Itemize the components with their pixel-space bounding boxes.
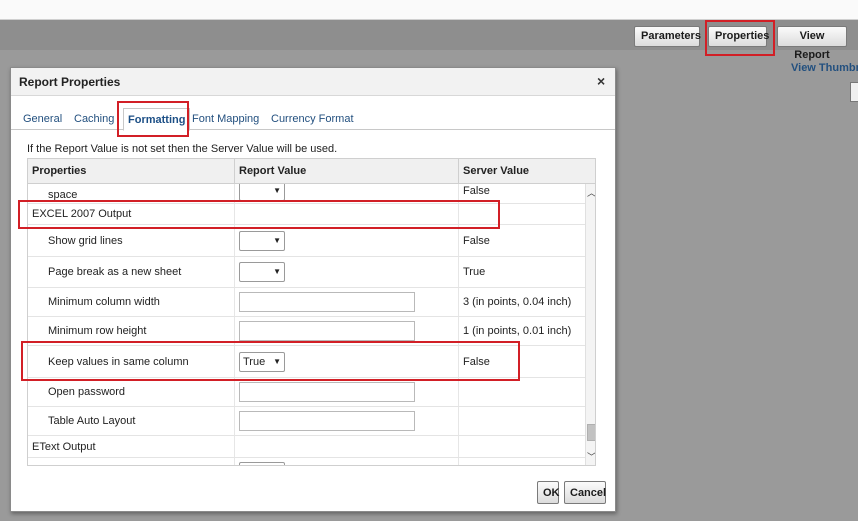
- property-label: Page break as a new sheet: [28, 257, 235, 287]
- open-password-input[interactable]: [239, 382, 415, 402]
- table-row: Minimum row height 1 (in points, 0.01 in…: [28, 317, 585, 346]
- table-row: Page break as a new sheet ▼ True: [28, 257, 585, 288]
- report-value-select[interactable]: ▼: [239, 262, 285, 282]
- minimum-row-height-input[interactable]: [239, 321, 415, 341]
- cancel-button[interactable]: Cancel: [564, 481, 606, 504]
- server-value: [459, 378, 585, 406]
- tab-font-mapping[interactable]: Font Mapping: [192, 113, 259, 125]
- server-value: 3 (in points, 0.04 inch): [463, 296, 572, 308]
- minimum-column-width-input[interactable]: [239, 292, 415, 312]
- parameters-button[interactable]: Parameters: [634, 26, 701, 47]
- report-value-select[interactable]: ▼: [239, 231, 285, 251]
- table-row: [28, 458, 585, 465]
- section-row: EXCEL 2007 Output: [28, 204, 585, 225]
- server-value-note: If the Report Value is not set then the …: [27, 143, 338, 155]
- section-label: EText Output: [28, 436, 235, 457]
- report-value-select[interactable]: [239, 462, 285, 465]
- tab-caching[interactable]: Caching: [74, 113, 114, 125]
- property-label: Open password: [28, 378, 235, 406]
- chevron-up-icon[interactable]: ︿: [587, 186, 595, 199]
- properties-button[interactable]: Properties: [708, 26, 769, 47]
- report-value-select[interactable]: ▼: [239, 184, 285, 201]
- server-value: False: [463, 234, 490, 247]
- table-auto-layout-input[interactable]: [239, 411, 415, 431]
- column-header-server-value: Server Value: [463, 165, 530, 177]
- report-value-cell: [235, 317, 459, 345]
- table-row: Table Auto Layout: [28, 407, 585, 436]
- property-label: Keep values in same column: [28, 346, 235, 377]
- dialog-title: Report Properties: [19, 75, 121, 89]
- server-value: [459, 407, 585, 435]
- properties-table: Properties Report Value Server Value spa…: [27, 158, 596, 466]
- keep-values-select[interactable]: True ▼: [239, 352, 285, 372]
- tab-formatting[interactable]: Formatting: [123, 108, 191, 131]
- report-properties-dialog: Report Properties × General Caching Form…: [10, 67, 616, 512]
- ok-button[interactable]: OK: [537, 481, 560, 504]
- table-header: Properties Report Value Server Value: [28, 159, 595, 184]
- side-collapse-button[interactable]: [850, 82, 858, 102]
- report-value-cell: True ▼: [235, 346, 459, 377]
- server-value: True: [463, 266, 486, 278]
- chevron-down-icon: ▼: [273, 357, 281, 366]
- view-report-button[interactable]: View Report: [777, 26, 847, 61]
- property-label: Table Auto Layout: [28, 407, 235, 435]
- top-strip: [0, 0, 858, 20]
- tab-general[interactable]: General: [23, 113, 62, 125]
- tab-currency-format[interactable]: Currency Format: [271, 113, 354, 125]
- report-value-cell: [235, 288, 459, 316]
- property-label: Minimum column width: [28, 288, 235, 316]
- table-row: Minimum column width 3 (in points, 0.04 …: [28, 288, 585, 317]
- table-row: Keep values in same column True ▼ False: [28, 346, 585, 378]
- tab-bar: General Caching Formatting Font Mapping …: [11, 104, 615, 131]
- report-value-cell: [235, 407, 459, 435]
- table-row: space ▼ False: [28, 184, 585, 204]
- chevron-down-icon: ▼: [273, 236, 281, 245]
- dialog-header: Report Properties ×: [11, 68, 615, 96]
- section-label: EXCEL 2007 Output: [28, 204, 235, 224]
- server-value: 1 (in points, 0.01 inch): [463, 325, 572, 337]
- chevron-down-icon: ▼: [273, 186, 281, 195]
- table-body: space ▼ False EXCEL 2007 Output Show gri…: [28, 184, 585, 465]
- view-thumbnails-link[interactable]: View Thumbn: [791, 62, 858, 74]
- column-header-report-value: Report Value: [235, 159, 459, 184]
- section-row: EText Output: [28, 436, 585, 458]
- property-label: space: [28, 184, 235, 203]
- server-value: False: [463, 355, 490, 368]
- property-label: Minimum row height: [28, 317, 235, 345]
- report-value-cell: ▼: [235, 184, 459, 203]
- chevron-down-icon: ▼: [273, 267, 281, 276]
- column-header-properties: Properties: [28, 159, 235, 184]
- report-value-cell: [235, 378, 459, 406]
- close-icon[interactable]: ×: [597, 73, 605, 89]
- server-value: False: [463, 184, 490, 197]
- vertical-scrollbar[interactable]: ︿ ﹀: [585, 184, 595, 465]
- property-label: Show grid lines: [28, 225, 235, 256]
- table-row: Show grid lines ▼ False: [28, 225, 585, 257]
- report-value-cell: ▼: [235, 225, 459, 256]
- chevron-down-icon[interactable]: ﹀: [587, 450, 595, 463]
- table-row: Open password: [28, 378, 585, 407]
- scrollbar-thumb[interactable]: [587, 424, 595, 441]
- report-value-cell: ▼: [235, 257, 459, 287]
